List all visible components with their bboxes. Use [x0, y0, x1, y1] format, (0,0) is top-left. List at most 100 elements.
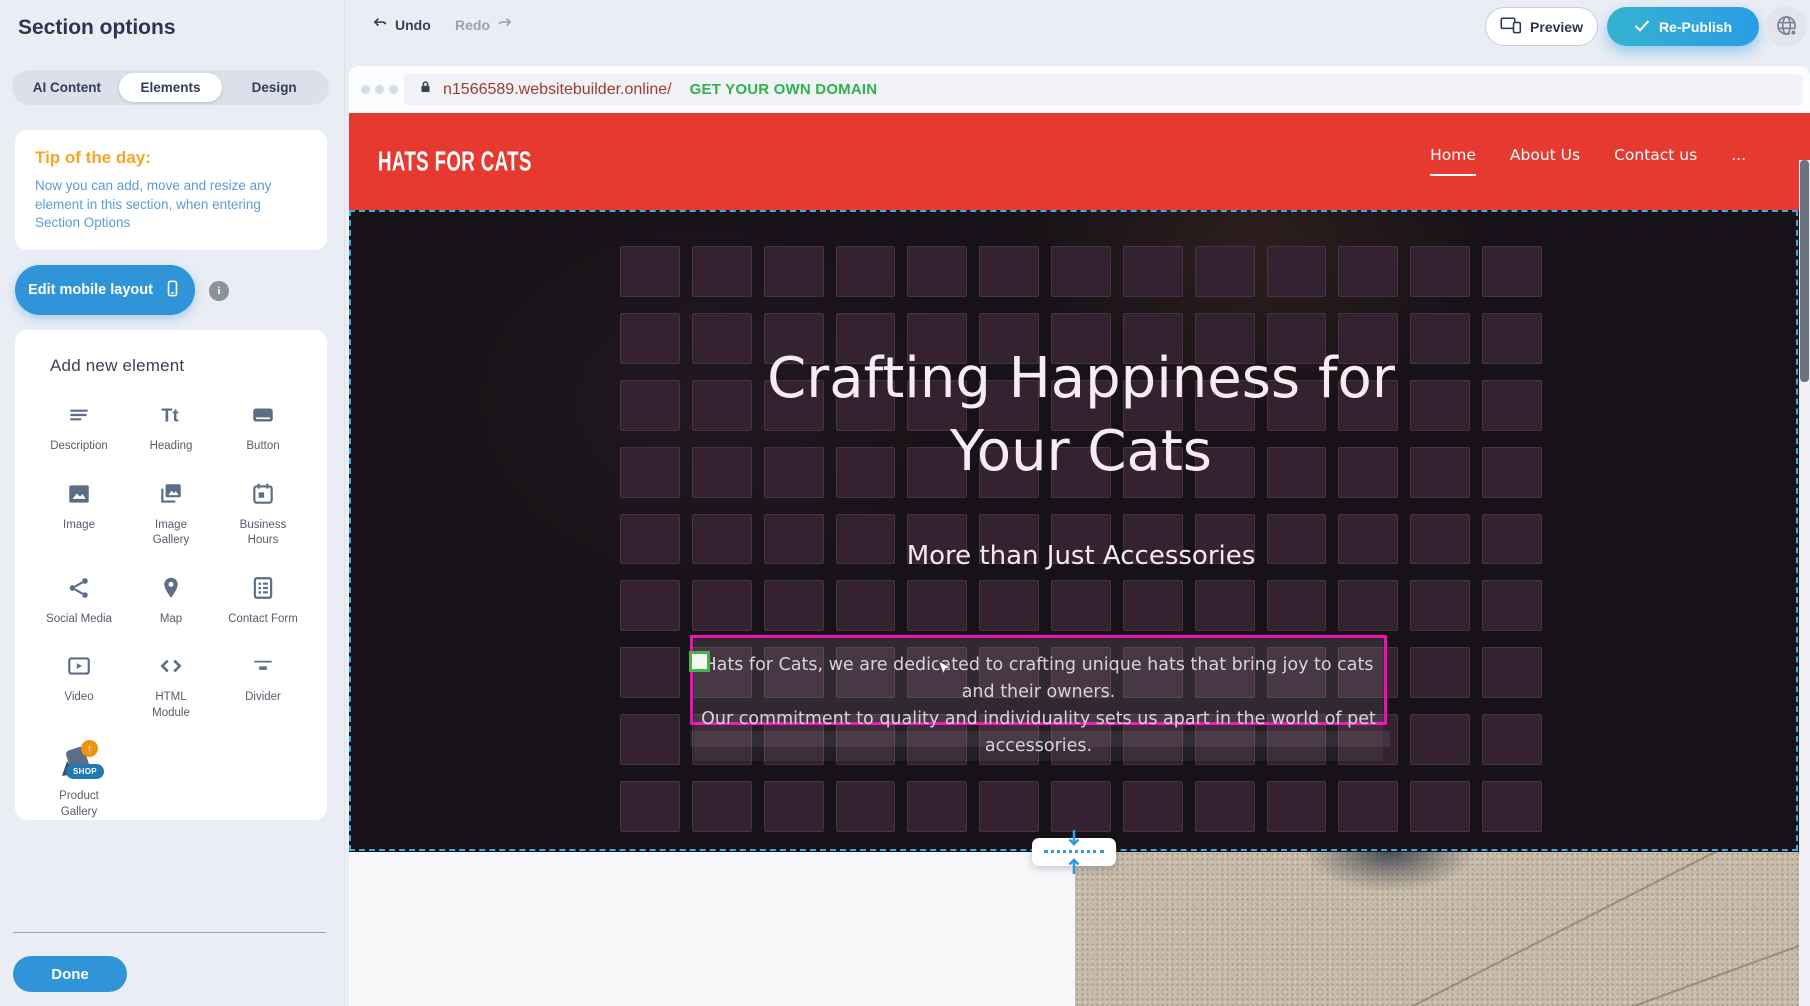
- element-label: HTML Module: [136, 690, 206, 721]
- element-label: Description: [50, 439, 108, 455]
- hero-paragraph-line: Our commitment to quality and individual…: [694, 706, 1383, 760]
- hero-tile: [692, 246, 752, 297]
- edit-mobile-layout-button[interactable]: Edit mobile layout: [15, 265, 195, 315]
- add-element-html-module[interactable]: HTML Module: [126, 653, 216, 721]
- globe-language-button[interactable]: [1766, 6, 1807, 47]
- window-dots: [361, 85, 398, 94]
- add-element-contact-form[interactable]: Contact Form: [218, 575, 308, 628]
- section-options-panel: Section options AI Content Elements Desi…: [0, 0, 345, 1006]
- hero-tile: [1410, 580, 1470, 631]
- add-element-button[interactable]: Button: [218, 402, 308, 455]
- hero-tile: [620, 714, 680, 765]
- hero-tile: [907, 580, 967, 631]
- devices-icon: [1500, 16, 1522, 37]
- nav-home[interactable]: Home: [1430, 146, 1476, 176]
- hero-tile: [836, 781, 896, 832]
- add-element-divider[interactable]: Divider: [218, 653, 308, 721]
- tip-title: Tip of the day:: [35, 148, 307, 168]
- republish-button[interactable]: Re-Publish: [1607, 7, 1759, 46]
- hero-tile: [1123, 781, 1183, 832]
- add-element-heading[interactable]: Tt Heading: [126, 402, 216, 455]
- hero-tile: [836, 246, 896, 297]
- hero-tile: [1482, 781, 1542, 832]
- hero-tile: [1123, 246, 1183, 297]
- add-element-video[interactable]: Video: [34, 653, 124, 721]
- upgrade-arrow-badge: ↑: [81, 740, 98, 757]
- element-label: Image Gallery: [136, 518, 206, 549]
- address-bar[interactable]: n1566589.websitebuilder.online/ GET YOUR…: [404, 74, 1802, 105]
- hero-tile: [1410, 246, 1470, 297]
- hero-tile: [1051, 246, 1111, 297]
- nav-more[interactable]: ...: [1731, 146, 1746, 174]
- tab-elements[interactable]: Elements: [119, 73, 223, 102]
- hero-heading-line: Crafting Happiness for: [767, 346, 1395, 411]
- hero-tile: [907, 246, 967, 297]
- tip-of-the-day-card: Tip of the day: Now you can add, move an…: [15, 130, 327, 250]
- redo-button[interactable]: Redo: [455, 16, 513, 34]
- hero-tile: [1482, 647, 1542, 698]
- nav-contact-us[interactable]: Contact us: [1614, 146, 1697, 174]
- site-url: n1566589.websitebuilder.online/: [443, 81, 672, 99]
- hero-subheading[interactable]: More than Just Accessories: [620, 541, 1542, 571]
- scrollbar-thumb[interactable]: [1800, 160, 1809, 382]
- edit-mobile-layout-label: Edit mobile layout: [28, 282, 153, 298]
- product-gallery-icon: ↑ SHOP: [57, 747, 101, 783]
- pavement-seam: [1575, 914, 1810, 1006]
- tab-design[interactable]: Design: [222, 73, 326, 102]
- globe-icon: [1774, 13, 1799, 41]
- add-element-description[interactable]: Description: [34, 402, 124, 455]
- hero-tile: [1267, 246, 1327, 297]
- page-title: Section options: [18, 16, 176, 40]
- add-element-image-gallery[interactable]: Image Gallery: [126, 481, 216, 549]
- add-element-title: Add new element: [50, 356, 309, 376]
- done-button[interactable]: Done: [13, 956, 127, 992]
- code-icon: [158, 653, 184, 684]
- panel-tabs: AI Content Elements Design: [12, 70, 329, 105]
- element-label: Divider: [245, 690, 281, 706]
- svg-text:Tt: Tt: [161, 405, 178, 426]
- hero-tile: [979, 781, 1039, 832]
- add-element-social-media[interactable]: Social Media: [34, 575, 124, 628]
- image-icon: [66, 481, 92, 512]
- element-label: Business Hours: [228, 518, 298, 549]
- add-element-image[interactable]: Image: [34, 481, 124, 549]
- website-canvas: HATS FOR CATS Home About Us Contact us .…: [349, 113, 1810, 1006]
- get-domain-link[interactable]: GET YOUR OWN DOMAIN: [690, 81, 878, 98]
- site-preview-frame: n1566589.websitebuilder.online/ GET YOUR…: [349, 66, 1810, 1006]
- element-grid: Description Tt Heading Button Image Imag…: [33, 402, 309, 820]
- site-header[interactable]: HATS FOR CATS Home About Us Contact us .…: [349, 113, 1810, 210]
- republish-label: Re-Publish: [1659, 19, 1732, 35]
- hero-tile: [620, 781, 680, 832]
- hero-tile: [1267, 781, 1327, 832]
- add-element-product-gallery[interactable]: ↑ SHOP Product Gallery: [34, 747, 124, 820]
- hero-tile: [1123, 580, 1183, 631]
- hero-tile: [1338, 580, 1398, 631]
- hero-tile: [692, 781, 752, 832]
- redo-icon: [496, 16, 513, 34]
- undo-button[interactable]: Undo: [372, 16, 431, 34]
- add-element-map[interactable]: Map: [126, 575, 216, 628]
- nav-about-us[interactable]: About Us: [1510, 146, 1580, 174]
- preview-button[interactable]: Preview: [1485, 7, 1598, 46]
- element-label: Video: [64, 690, 93, 706]
- hero-heading[interactable]: Crafting Happiness for Your Cats: [620, 343, 1542, 489]
- tab-ai-content[interactable]: AI Content: [15, 73, 119, 102]
- window-dot: [389, 85, 398, 94]
- hero-tile: [1051, 781, 1111, 832]
- browser-chrome: n1566589.websitebuilder.online/ GET YOUR…: [349, 66, 1810, 113]
- selected-text-element[interactable]: Hats for Cats, we are dedicated to craft…: [690, 635, 1387, 725]
- hero-tile: [1195, 781, 1255, 832]
- hero-tile: [764, 246, 824, 297]
- undo-icon: [372, 16, 389, 34]
- section-resize-handle[interactable]: [1032, 838, 1116, 866]
- add-new-element-card: Add new element Description Tt Heading B…: [15, 330, 327, 820]
- drag-handle[interactable]: [689, 651, 710, 672]
- share-icon: [66, 575, 92, 606]
- button-icon: [250, 402, 276, 433]
- add-element-business-hours[interactable]: Business Hours: [218, 481, 308, 549]
- site-logo[interactable]: HATS FOR CATS: [378, 145, 532, 178]
- element-label: Heading: [150, 439, 193, 455]
- image-gallery-icon: [158, 481, 184, 512]
- info-icon[interactable]: [209, 281, 229, 301]
- hero-section-selected[interactable]: Crafting Happiness for Your Cats More th…: [349, 210, 1810, 852]
